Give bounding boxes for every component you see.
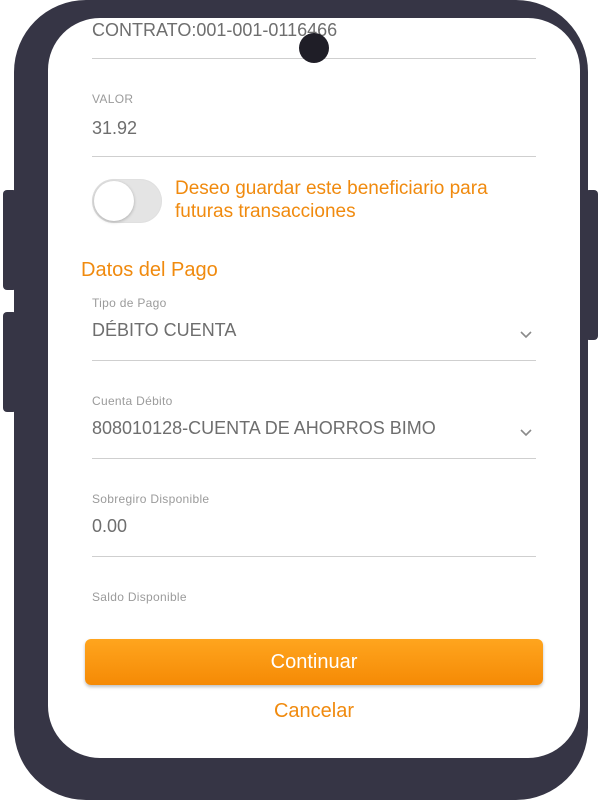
overdraft-label: Sobregiro Disponible [92, 492, 210, 506]
overdraft-value: 0.00 [92, 516, 128, 536]
debit-account-label: Cuenta Débito [92, 394, 173, 408]
balance-label: Saldo Disponible [92, 590, 187, 604]
payment-type-label: Tipo de Pago [92, 296, 167, 310]
save-beneficiary-toggle[interactable] [92, 179, 162, 223]
balance-field: Saldo Disponible [92, 582, 536, 622]
contract-value: CONTRATO:001-001-0116466 [92, 20, 338, 40]
front-camera-icon [299, 33, 329, 63]
payment-type-select[interactable]: Tipo de Pago DÉBITO CUENTA [92, 288, 536, 361]
save-beneficiary-label: Deseo guardar este beneficiario para fut… [175, 178, 488, 222]
toggle-knob [94, 181, 134, 221]
overdraft-field: Sobregiro Disponible 0.00 [92, 484, 536, 557]
app-screen: CONTRATO:001-001-0116466 VALOR 31.92 Des… [48, 18, 580, 758]
debit-account-select[interactable]: Cuenta Débito 808010128-CUENTA DE AHORRO… [92, 386, 536, 459]
debit-account-value: 808010128-CUENTA DE AHORROS BIMO [92, 418, 436, 438]
chevron-down-icon [520, 429, 532, 437]
chevron-down-icon [520, 331, 532, 339]
continue-button[interactable]: Continuar [85, 639, 543, 685]
value-field: VALOR 31.92 [92, 84, 536, 157]
payment-type-value: DÉBITO CUENTA [92, 320, 237, 340]
value-amount: 31.92 [92, 118, 138, 138]
value-label: VALOR [92, 92, 134, 106]
payment-section-title: Datos del Pago [81, 259, 218, 281]
phone-frame: CONTRATO:001-001-0116466 VALOR 31.92 Des… [14, 0, 588, 800]
cancel-button[interactable]: Cancelar [48, 700, 580, 723]
